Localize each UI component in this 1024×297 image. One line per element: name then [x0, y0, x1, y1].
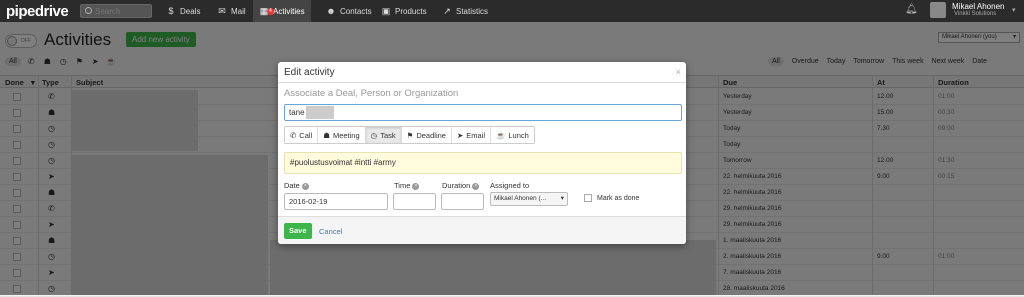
save-button[interactable]: Save — [284, 223, 312, 239]
type-task-button[interactable]: ◷ Task — [365, 127, 402, 143]
nav-statistics[interactable]: ↗ Statistics — [436, 0, 494, 22]
mark-done[interactable]: Mark as done — [584, 194, 639, 202]
mark-done-checkbox[interactable] — [584, 194, 592, 202]
type-meeting-button[interactable]: ☗ Meeting — [318, 127, 366, 143]
type-call-button[interactable]: ✆ Call — [285, 127, 319, 143]
edit-activity-modal: Edit activity × Associate a Deal, Person… — [278, 62, 686, 244]
date-input[interactable]: 2016-02-19 — [284, 193, 388, 210]
chevron-down-icon: ▾ — [560, 195, 564, 202]
assigned-label: Assigned to — [490, 181, 530, 190]
search-box[interactable] — [80, 4, 152, 18]
meeting-icon: ☗ — [323, 130, 330, 140]
duration-label: Duration × — [442, 181, 480, 190]
time-label-text: Time — [394, 181, 411, 190]
assigned-select[interactable]: Mikael Ahonen (... ▾ — [490, 192, 568, 206]
subject-value: tane — [289, 108, 305, 117]
avatar[interactable] — [930, 2, 946, 18]
pipedrive-logo[interactable]: pipedrive — [6, 3, 69, 20]
nav-products[interactable]: ▣ Products — [375, 0, 433, 22]
phone-icon: ✆ — [290, 130, 297, 140]
clear-icon[interactable]: × — [412, 182, 420, 190]
activity-type-selector: ✆ Call ☗ Meeting ◷ Task ⚑ Deadline ➤ Email ☕ L… — [284, 126, 535, 144]
clear-icon[interactable]: × — [472, 182, 480, 190]
top-bar: pipedrive $ Deals ✉ Mail ▦4 Activities ☻… — [0, 0, 1024, 22]
clock-icon: ◷ — [370, 130, 378, 140]
date-label-text: Date — [284, 181, 300, 190]
type-deadline-label: Deadline — [416, 130, 446, 140]
statistics-icon: ↗ — [443, 6, 451, 16]
type-lunch-button[interactable]: ☕ Lunch — [491, 127, 534, 143]
nav-deals[interactable]: $ Deals — [160, 0, 206, 22]
type-email-label: Email — [466, 130, 486, 140]
note-field[interactable]: #puolustusvoimat #intti #army — [284, 152, 682, 174]
type-lunch-label: Lunch — [508, 130, 529, 140]
mail-icon: ✉ — [218, 6, 226, 16]
lunch-icon: ☕ — [496, 130, 506, 140]
duration-input[interactable] — [441, 193, 484, 210]
activities-badge: 4 — [267, 8, 274, 15]
associate-field[interactable]: Associate a Deal, Person or Organization — [284, 88, 458, 99]
type-email-button[interactable]: ➤ Email — [451, 127, 492, 143]
type-meeting-label: Meeting — [332, 130, 360, 140]
products-icon: ▣ — [381, 6, 391, 16]
nav-activities-label: Activities — [273, 6, 305, 16]
close-icon[interactable]: × — [676, 67, 681, 77]
user-name[interactable]: Mikael Ahonen — [952, 2, 1004, 11]
clear-icon[interactable]: × — [301, 182, 309, 190]
assigned-value: Mikael Ahonen (... — [494, 195, 547, 202]
nav-activities[interactable]: ▦ 4 Activities — [253, 0, 311, 22]
flag-icon: ⚑ — [406, 130, 414, 140]
nav-deals-label: Deals — [180, 6, 201, 16]
date-label: Date × — [284, 181, 309, 190]
type-deadline-button[interactable]: ⚑ Deadline — [401, 127, 452, 143]
dollar-icon: $ — [168, 6, 174, 16]
bell-icon[interactable]: 🔔︎ — [905, 4, 918, 15]
search-input[interactable] — [95, 6, 149, 16]
nav-mail[interactable]: ✉ Mail — [211, 0, 252, 22]
nav-statistics-label: Statistics — [456, 6, 489, 16]
send-icon: ➤ — [456, 130, 464, 140]
type-call-label: Call — [299, 130, 313, 140]
time-label: Time × — [394, 181, 420, 190]
nav-contacts-label: Contacts — [340, 6, 372, 16]
type-task-label: Task — [380, 130, 396, 140]
time-input[interactable] — [393, 193, 436, 210]
modal-footer: Save Cancel — [278, 216, 686, 244]
duration-label-text: Duration — [442, 181, 471, 190]
user-company: Vinkki Solutions — [954, 11, 997, 17]
chevron-down-icon[interactable]: ▾ — [1012, 6, 1016, 14]
nav-products-label: Products — [395, 6, 427, 16]
redacted-text — [305, 106, 334, 120]
nav-mail-label: Mail — [231, 6, 246, 16]
cancel-button[interactable]: Cancel — [319, 227, 342, 236]
modal-title: Edit activity — [284, 67, 335, 78]
nav-contacts[interactable]: ☻ Contacts — [320, 0, 378, 22]
modal-header: Edit activity × — [278, 62, 686, 83]
calendar-icon: ▦ 4 — [259, 6, 274, 16]
mark-done-label: Mark as done — [597, 194, 640, 202]
contacts-icon: ☻ — [326, 6, 336, 16]
subject-input[interactable]: tane — [284, 104, 682, 121]
search-icon — [85, 7, 92, 14]
